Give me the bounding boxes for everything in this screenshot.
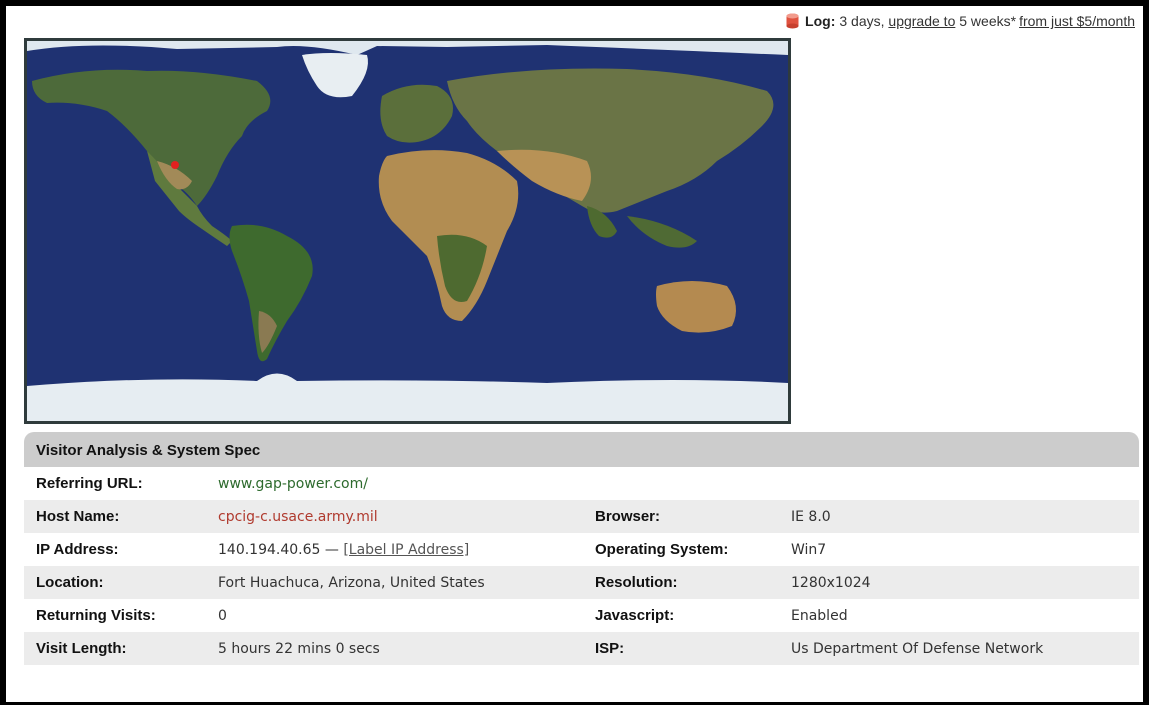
log-bar: Log: 3 days, upgrade to 5 weeks* from ju… [786, 13, 1135, 29]
resolution-value: 1280x1024 [791, 574, 871, 591]
location-value: Fort Huachuca, Arizona, United States [218, 574, 485, 591]
table-row-host: Host Name: cpcig-c.usace.army.mil Browse… [24, 500, 1139, 533]
row-label-2: Browser: [595, 508, 661, 525]
row-label: Host Name: [36, 508, 120, 525]
ip-address-value: 140.194.40.65 — [218, 541, 339, 558]
row-label-2: Resolution: [595, 574, 678, 591]
table-row-referrer: Referring URL: www.gap-power.com/ [24, 467, 1139, 500]
table-row-ip: IP Address: 140.194.40.65 — [Label IP Ad… [24, 533, 1139, 566]
row-label-2: Operating System: [595, 541, 729, 558]
price-link[interactable]: from just $5/month [1019, 13, 1135, 29]
upgrade-target: 5 weeks* [959, 13, 1017, 29]
visit-length-value: 5 hours 22 mins 0 secs [218, 640, 380, 657]
row-label-2: ISP: [595, 640, 625, 657]
table-row-visit-length: Visit Length: 5 hours 22 mins 0 secs ISP… [24, 632, 1139, 665]
row-label: Returning Visits: [36, 607, 156, 624]
label-ip-address-link[interactable]: [Label IP Address] [343, 542, 469, 558]
browser-value: IE 8.0 [791, 508, 831, 525]
row-label: Visit Length: [36, 640, 127, 657]
isp-value: Us Department Of Defense Network [791, 640, 1044, 657]
host-name-value: cpcig-c.usace.army.mil [218, 508, 378, 525]
world-map-image [27, 41, 788, 421]
table-row-returning: Returning Visits: 0 Javascript: Enabled [24, 599, 1139, 632]
javascript-value: Enabled [791, 607, 848, 624]
row-label: Referring URL: [36, 475, 143, 492]
row-label: IP Address: [36, 541, 119, 558]
world-map [24, 38, 791, 424]
panel-header: Visitor Analysis & System Spec [24, 432, 1139, 467]
log-retention: 3 days, [839, 13, 885, 29]
log-label: Log: [805, 13, 836, 29]
row-label: Location: [36, 574, 104, 591]
upgrade-link[interactable]: upgrade to [888, 13, 955, 29]
ip-address-cell: 140.194.40.65 — [Label IP Address] [206, 542, 583, 558]
referring-url-value[interactable]: www.gap-power.com/ [206, 476, 583, 492]
table-row-location: Location: Fort Huachuca, Arizona, United… [24, 566, 1139, 599]
database-icon [786, 13, 799, 29]
returning-visits-value: 0 [218, 607, 227, 624]
row-label-2: Javascript: [595, 607, 675, 624]
visitor-location-marker [171, 161, 179, 169]
os-value: Win7 [791, 541, 827, 558]
visitor-analysis-panel: Visitor Analysis & System Spec Referring… [24, 432, 1139, 665]
